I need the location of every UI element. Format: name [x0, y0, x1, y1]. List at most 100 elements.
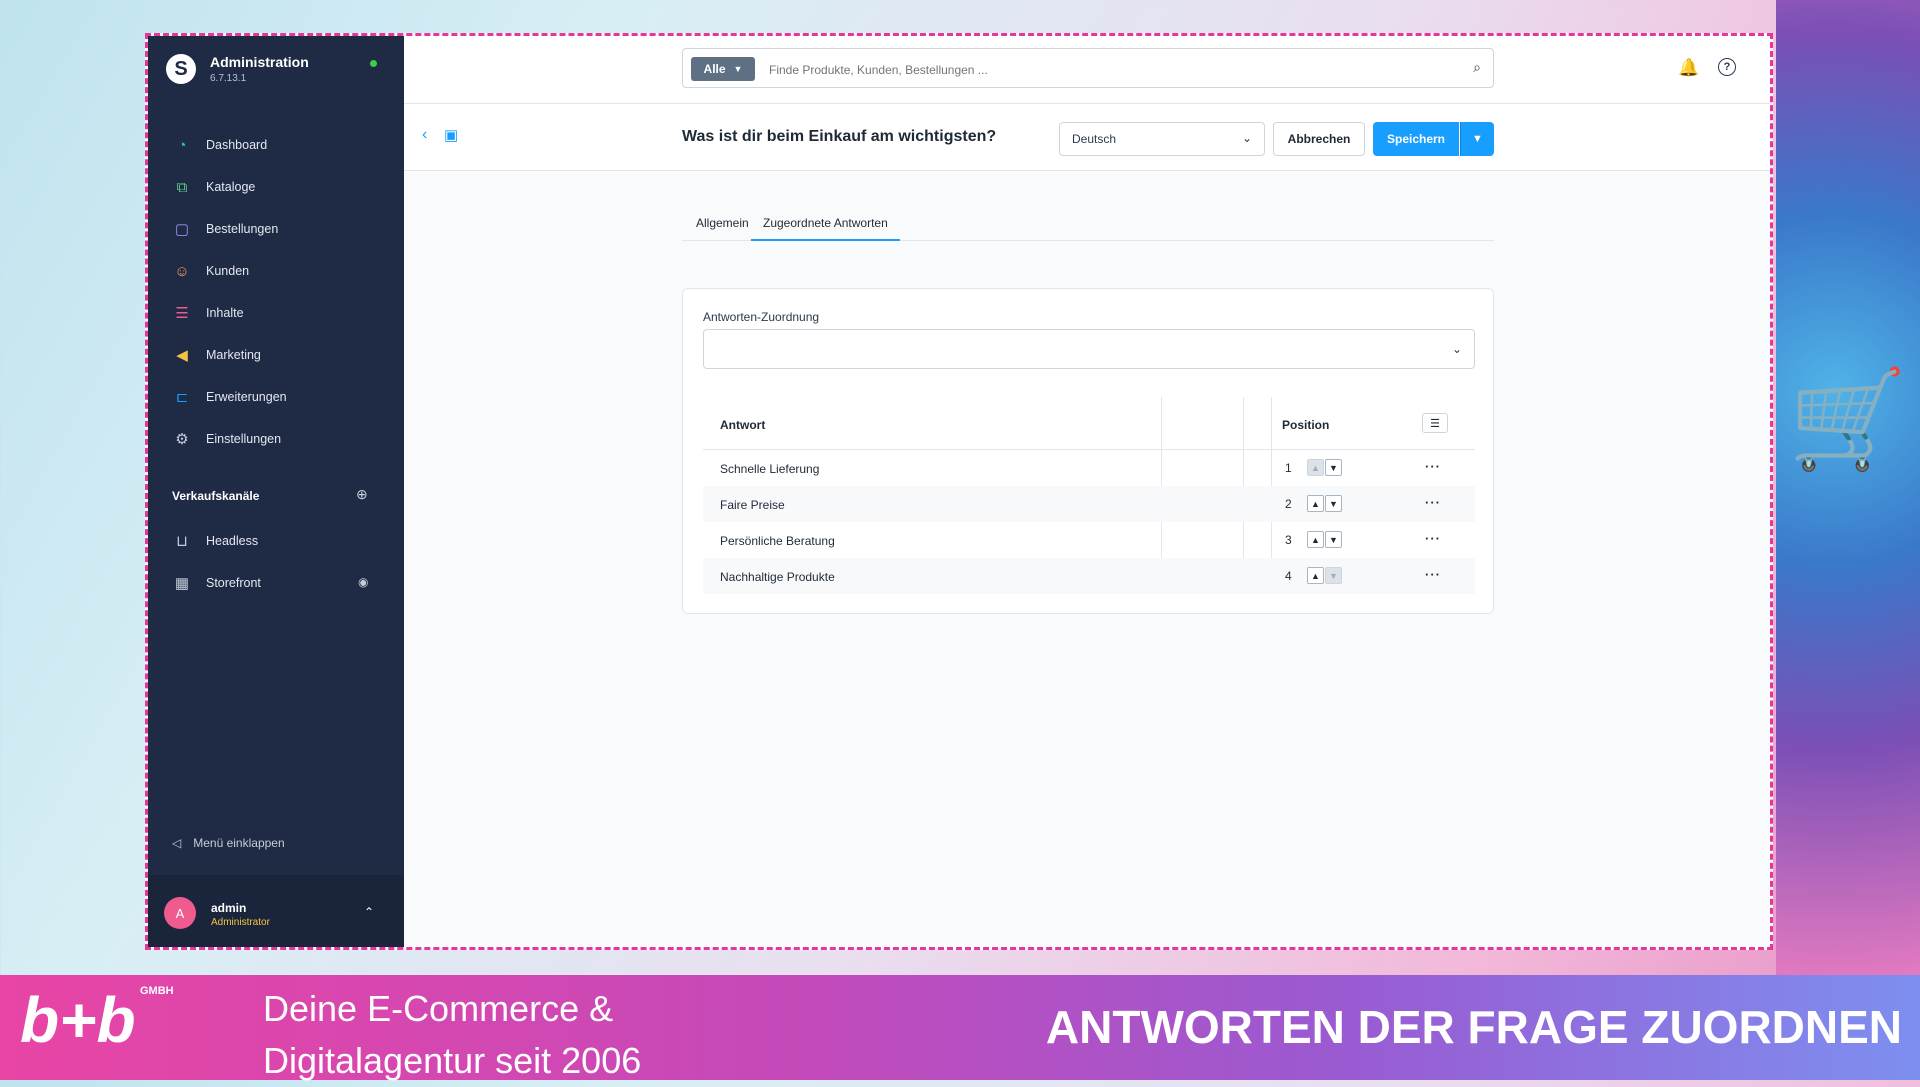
gauge-icon: ◔: [177, 136, 187, 154]
avatar: A: [164, 897, 196, 929]
topbar: Alle ▼ ⌕ 🔔 ?: [404, 36, 1770, 104]
banner-tagline-line1: Deine E-Commerce &: [263, 988, 614, 1029]
sales-channel-headless[interactable]: ⊔ Headless: [148, 520, 404, 562]
back-arrow-icon[interactable]: ‹: [422, 126, 427, 144]
megaphone-icon: ◀: [176, 347, 188, 364]
page-title: Was ist dir beim Einkauf am wichtigsten?: [682, 128, 997, 145]
search-input[interactable]: [767, 57, 1451, 83]
document-icon: ▣: [444, 127, 459, 144]
language-value: Deutsch: [1072, 132, 1117, 146]
admin-window: S Administration 6.7.13.1 ◔ Dashboard ⧉ …: [145, 33, 1773, 950]
move-up-button[interactable]: ▲: [1307, 459, 1324, 476]
promo-banner: b+b GMBH Deine E-Commerce & Digitalagent…: [0, 975, 1920, 1081]
agency-logo-suffix: GMBH: [140, 985, 174, 997]
row-actions-button[interactable]: ···: [1425, 531, 1441, 546]
language-select[interactable]: Deutsch ⌄: [1059, 122, 1265, 156]
sales-channel-label: Storefront: [206, 576, 261, 590]
gear-icon: ⚙: [175, 431, 189, 448]
nav-item-dashboard[interactable]: ◔ Dashboard: [148, 124, 404, 166]
nav-item-kunden[interactable]: ☺ Kunden: [148, 250, 404, 292]
answer-position: 3: [1285, 533, 1292, 547]
answer-name: Schnelle Lieferung: [720, 462, 820, 476]
tab-zugeordnete-antworten[interactable]: Zugeordnete Antworten: [751, 206, 900, 241]
content-icon: ☰: [175, 305, 189, 322]
grid-settings-button[interactable]: ☰: [1422, 413, 1448, 433]
brand[interactable]: S Administration 6.7.13.1: [166, 54, 309, 84]
nav-item-einstellungen[interactable]: ⚙ Einstellungen: [148, 418, 404, 460]
tab-allgemein[interactable]: Allgemein: [696, 206, 749, 239]
catalog-icon: ⧉: [176, 178, 188, 196]
nav-item-label: Erweiterungen: [206, 390, 287, 404]
status-dot: [370, 60, 377, 67]
main-content: Alle ▼ ⌕ 🔔 ? ‹ ▣ Was ist dir beim Einkau…: [404, 36, 1770, 947]
answer-position: 1: [1285, 461, 1292, 475]
move-down-button[interactable]: ▼: [1325, 531, 1342, 548]
answer-position: 4: [1285, 569, 1292, 583]
nav-item-inhalte[interactable]: ☰ Inhalte: [148, 292, 404, 334]
row-actions-button[interactable]: ···: [1425, 495, 1441, 510]
answers-assignment-label: Antworten-Zuordnung: [703, 310, 820, 324]
nav-item-label: Kunden: [206, 264, 250, 278]
storefront-icon: ▦: [174, 575, 190, 592]
move-down-button[interactable]: ▼: [1325, 459, 1342, 476]
search-type-label: Alle: [703, 62, 726, 76]
table-row: Faire Preise 2 ▲ ▼ ···: [703, 486, 1475, 522]
answers-grid: Antwort Position ☰ Schnelle Lieferung 1 …: [703, 397, 1475, 594]
chevron-down-icon: ⌄: [1451, 342, 1462, 356]
shopping-cart-icon: 🛒: [1788, 366, 1908, 473]
move-up-button[interactable]: ▲: [1307, 495, 1324, 512]
help-icon[interactable]: ?: [1718, 58, 1736, 76]
nav-item-label: Marketing: [206, 348, 261, 362]
banner-tagline-line2: Digitalagentur seit 2006: [263, 1040, 642, 1081]
nav-item-kataloge[interactable]: ⧉ Kataloge: [148, 166, 404, 208]
global-search: Alle ▼ ⌕: [682, 48, 1494, 88]
basket-icon: ⊔: [176, 533, 188, 550]
eye-icon[interactable]: ◉: [358, 575, 368, 589]
sales-channel-storefront[interactable]: ▦ Storefront ◉: [148, 562, 404, 604]
nav-item-label: Einstellungen: [206, 432, 282, 446]
search-type-select[interactable]: Alle ▼: [691, 57, 755, 81]
chevron-left-circle-icon: ◁: [172, 836, 182, 850]
grid-header: Antwort Position ☰: [703, 397, 1475, 450]
move-down-button[interactable]: ▼: [1325, 495, 1342, 512]
plug-icon: ⊏: [175, 389, 189, 406]
table-row: Schnelle Lieferung 1 ▲ ▼ ···: [703, 450, 1475, 486]
banner-title: ANTWORTEN DER FRAGE ZUORDNEN: [1045, 1001, 1902, 1053]
nav-item-label: Bestellungen: [206, 222, 279, 236]
smartbar: ‹ ▣ Was ist dir beim Einkauf am wichtigs…: [404, 104, 1770, 171]
shopware-logo-icon: S: [166, 54, 196, 84]
nav-item-label: Kataloge: [206, 180, 256, 194]
save-button[interactable]: Speichern: [1373, 122, 1459, 156]
chevron-up-icon[interactable]: ⌃: [364, 905, 374, 919]
answers-assignment-select[interactable]: ⌄: [703, 329, 1475, 369]
user-role: Administrator: [211, 917, 270, 928]
move-up-button[interactable]: ▲: [1307, 531, 1324, 548]
nav-item-marketing[interactable]: ◀ Marketing: [148, 334, 404, 376]
shopping-bag-icon: ▢: [174, 221, 190, 238]
answer-name: Faire Preise: [720, 498, 785, 512]
row-actions-button[interactable]: ···: [1425, 459, 1441, 474]
nav-item-bestellungen[interactable]: ▢ Bestellungen: [148, 208, 404, 250]
column-header-position[interactable]: Position: [1282, 418, 1329, 432]
brand-version: 6.7.13.1: [210, 73, 247, 84]
column-header-antwort[interactable]: Antwort: [720, 418, 765, 432]
bell-icon[interactable]: 🔔: [1678, 58, 1699, 78]
move-up-button[interactable]: ▲: [1307, 567, 1324, 584]
row-actions-button[interactable]: ···: [1425, 567, 1441, 582]
sales-channel-list: ⊔ Headless ▦ Storefront ◉: [148, 520, 404, 604]
answers-card: Antworten-Zuordnung ⌄ Antwort Position ☰…: [682, 288, 1494, 614]
sidebar: S Administration 6.7.13.1 ◔ Dashboard ⧉ …: [148, 36, 404, 947]
nav-item-erweiterungen[interactable]: ⊏ Erweiterungen: [148, 376, 404, 418]
table-row: Persönliche Beratung 3 ▲ ▼ ···: [703, 522, 1475, 558]
search-icon[interactable]: ⌕: [1473, 59, 1481, 76]
cancel-button[interactable]: Abbrechen: [1273, 122, 1365, 156]
banner-tagline: Deine E-Commerce & Digitalagentur seit 2…: [263, 983, 641, 1087]
collapse-menu-button[interactable]: ◁ Menü einklappen: [172, 836, 285, 850]
user-menu[interactable]: A admin Administrator ⌃: [148, 875, 404, 947]
move-down-button[interactable]: ▼: [1325, 567, 1342, 584]
answer-name: Nachhaltige Produkte: [720, 570, 835, 584]
main-nav: ◔ Dashboard ⧉ Kataloge ▢ Bestellungen ☺ …: [148, 124, 404, 460]
add-sales-channel-icon[interactable]: ⊕: [356, 486, 368, 503]
save-options-button[interactable]: ▼: [1460, 122, 1494, 156]
user-name: admin: [211, 901, 247, 915]
